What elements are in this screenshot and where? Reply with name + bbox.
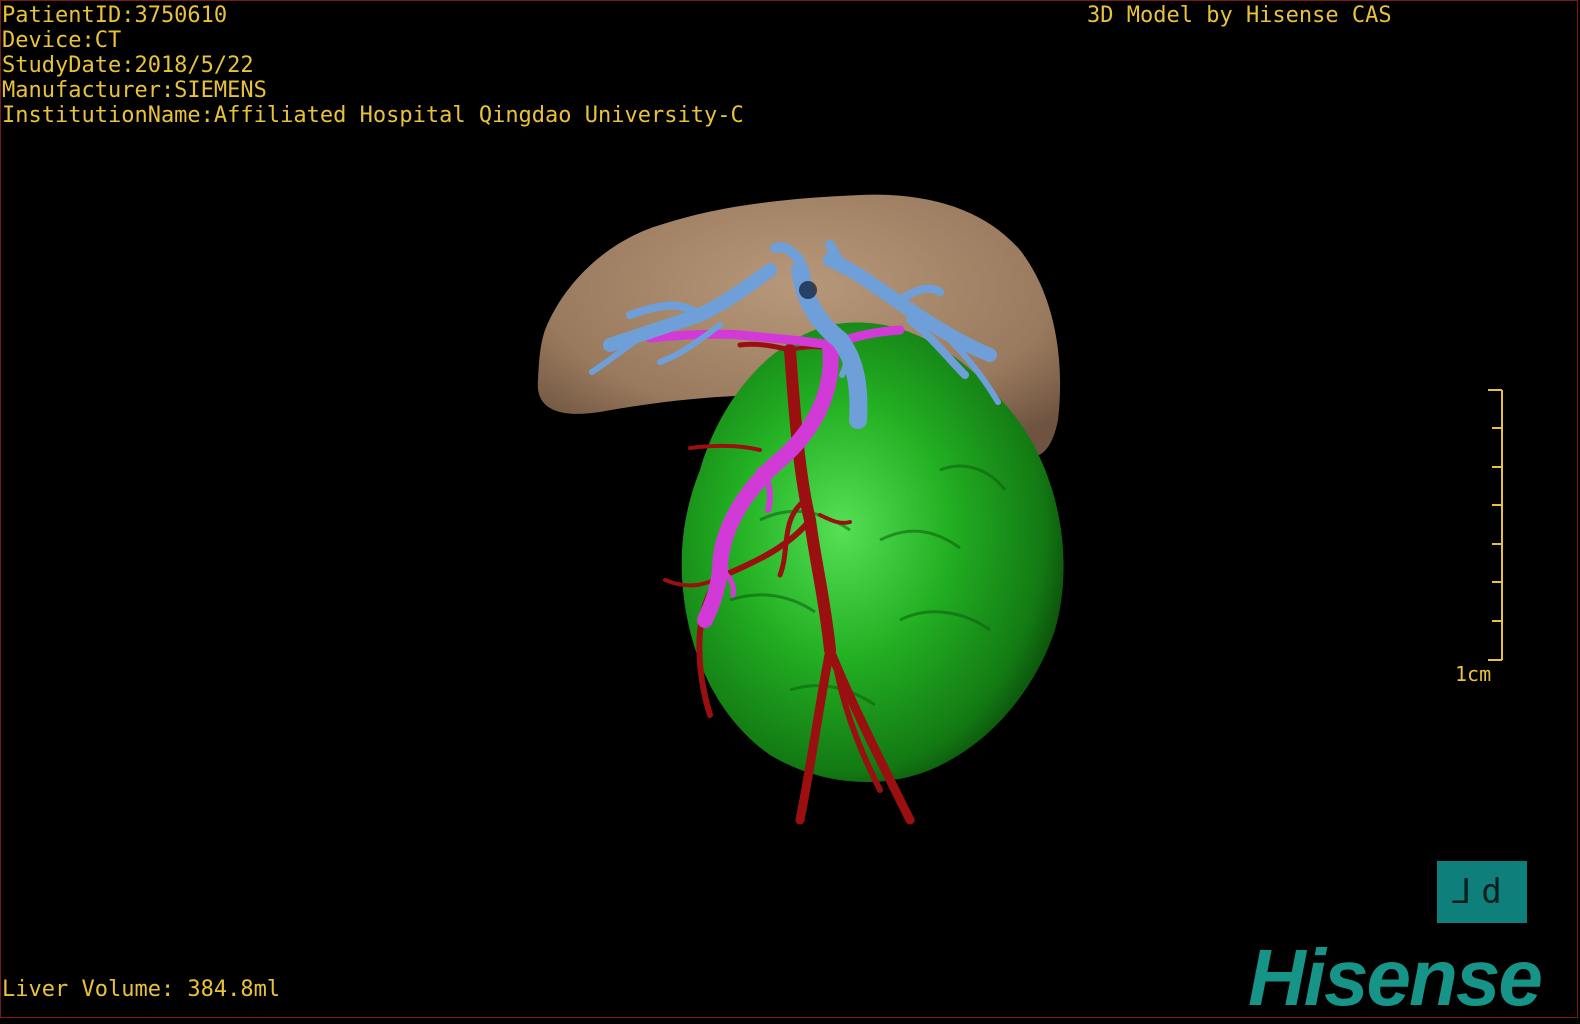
liver-volume: Liver Volume: 384.8ml xyxy=(2,977,281,1002)
scale-label: 1cm xyxy=(1455,662,1492,686)
institution-name: InstitutionName:Affiliated Hospital Qing… xyxy=(2,103,744,128)
study-date: StudyDate:2018/5/22 xyxy=(2,53,254,78)
patient-id: PatientID:3750610 xyxy=(2,3,228,28)
orientation-label: ⅃d xyxy=(1452,872,1512,912)
orientation-button[interactable]: ⅃d xyxy=(1437,861,1527,923)
manufacturer: Manufacturer:SIEMENS xyxy=(2,78,267,103)
device: Device:CT xyxy=(2,28,122,53)
model-credit: 3D Model by Hisense CAS xyxy=(1087,3,1392,28)
scale-bar xyxy=(1488,389,1503,661)
vein-confluence xyxy=(799,281,817,299)
hisense-logo: Hisense xyxy=(1248,933,1543,1022)
dicom-info-panel: PatientID:3750610 Device:CT StudyDate:2018… xyxy=(2,3,744,128)
3d-model-viewport[interactable] xyxy=(0,0,1580,1020)
